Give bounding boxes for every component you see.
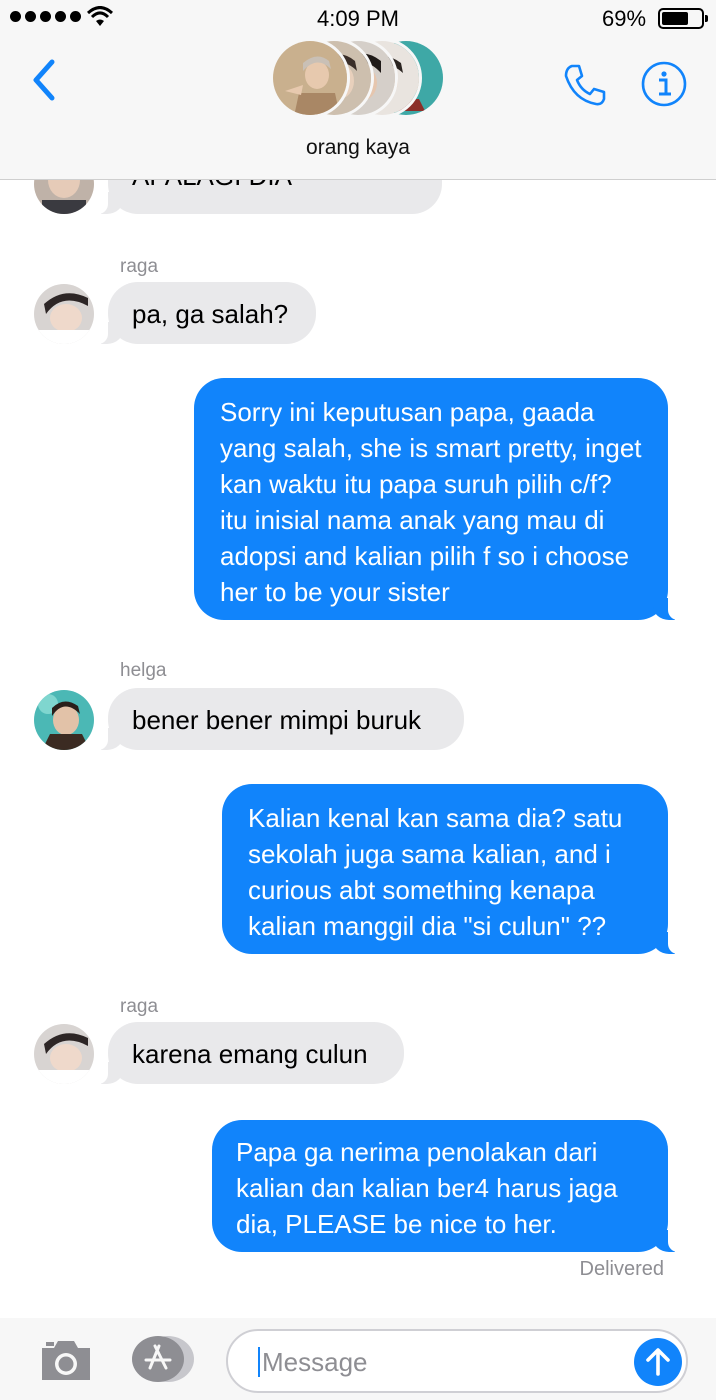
group-name[interactable]: orang kaya: [0, 136, 716, 160]
text-cursor: [258, 1347, 260, 1377]
message-bubble-incoming[interactable]: bener bener mimpi buruk: [96, 688, 464, 750]
phone-icon[interactable]: [560, 60, 610, 110]
status-bar: 4:09 PM 69%: [0, 0, 716, 36]
message-bubble-outgoing[interactable]: Papa ga nerima penolakan dari kalian dan…: [212, 1120, 680, 1252]
conversation-header: orang kaya: [0, 36, 716, 180]
delivered-status: Delivered: [579, 1258, 664, 1280]
sender-name: raga: [120, 996, 159, 1017]
message-bubble-outgoing[interactable]: Kalian kenal kan sama dia? satu sekolah …: [222, 784, 680, 954]
message-bubble-outgoing[interactable]: Sorry ini keputusan papa, gaada yang sal…: [194, 378, 680, 620]
message-text: karena emang culun: [132, 1039, 368, 1069]
info-icon[interactable]: [640, 60, 688, 108]
avatar-helga[interactable]: [34, 690, 94, 750]
battery-icon: [658, 8, 708, 29]
message-placeholder: Message: [262, 1347, 368, 1377]
message-text: Kalian kenal kan sama dia? satu sekolah …: [248, 803, 623, 941]
send-arrow-icon: [646, 1348, 670, 1376]
group-member-avatar: [270, 38, 350, 118]
sender-name: helga: [120, 660, 167, 681]
message-text: bener bener mimpi buruk: [132, 705, 422, 735]
message-thread[interactable]: APALAGI DIA raga pa, ga salah? Sorry ini…: [0, 0, 716, 1318]
compose-bar: Message: [0, 1318, 716, 1400]
back-chevron-icon[interactable]: [26, 56, 60, 104]
avatar-raga[interactable]: [34, 284, 94, 344]
message-text: pa, ga salah?: [132, 299, 289, 329]
message-bubble-incoming[interactable]: pa, ga salah?: [96, 282, 316, 344]
sender-name: raga: [120, 256, 159, 277]
message-input[interactable]: Message: [226, 1329, 688, 1393]
avatar-raga[interactable]: [34, 1024, 94, 1084]
battery-percent: 69%: [602, 6, 647, 31]
message-text: Papa ga nerima penolakan dari kalian dan…: [236, 1137, 618, 1239]
message-bubble-incoming[interactable]: karena emang culun: [96, 1022, 404, 1084]
camera-icon[interactable]: [38, 1336, 94, 1384]
send-button[interactable]: [634, 1338, 682, 1386]
group-avatar-stack[interactable]: [270, 38, 450, 118]
message-text: Sorry ini keputusan papa, gaada yang sal…: [220, 397, 642, 607]
app-store-icon[interactable]: [128, 1334, 196, 1384]
